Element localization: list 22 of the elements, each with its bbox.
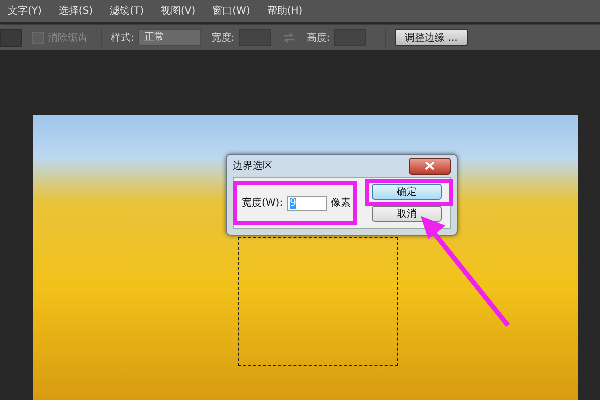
input-value: 9	[290, 198, 296, 208]
height-label: 高度:	[306, 32, 330, 44]
menu-item[interactable]: 选择(S)	[58, 4, 94, 18]
color-swatch[interactable]	[0, 28, 22, 46]
cancel-button[interactable]: 取消	[372, 206, 442, 222]
dialog-title: 边界选区	[233, 160, 273, 173]
width-label: 宽度:	[211, 32, 235, 44]
width-field[interactable]	[238, 29, 271, 46]
swap-icon[interactable]	[282, 32, 295, 42]
height-field[interactable]	[334, 29, 366, 46]
menu-item[interactable]: 窗口(W)	[212, 4, 250, 18]
style-label: 样式:	[111, 32, 134, 44]
unit-label: 像素	[331, 196, 352, 210]
refine-edge-button[interactable]: 调整边缘 ...	[395, 29, 468, 46]
menu-item[interactable]: 文字(Y)	[8, 4, 42, 18]
menu-item[interactable]: 视图(V)	[161, 4, 196, 18]
menu-item[interactable]: 帮助(H)	[267, 4, 303, 18]
width-label: 宽度(W):	[242, 196, 284, 210]
ok-button[interactable]: 确定	[372, 184, 442, 200]
close-icon[interactable]	[409, 158, 451, 174]
menu-item[interactable]: 滤镜(T)	[110, 4, 144, 18]
style-dropdown[interactable]: 正常	[138, 29, 202, 46]
